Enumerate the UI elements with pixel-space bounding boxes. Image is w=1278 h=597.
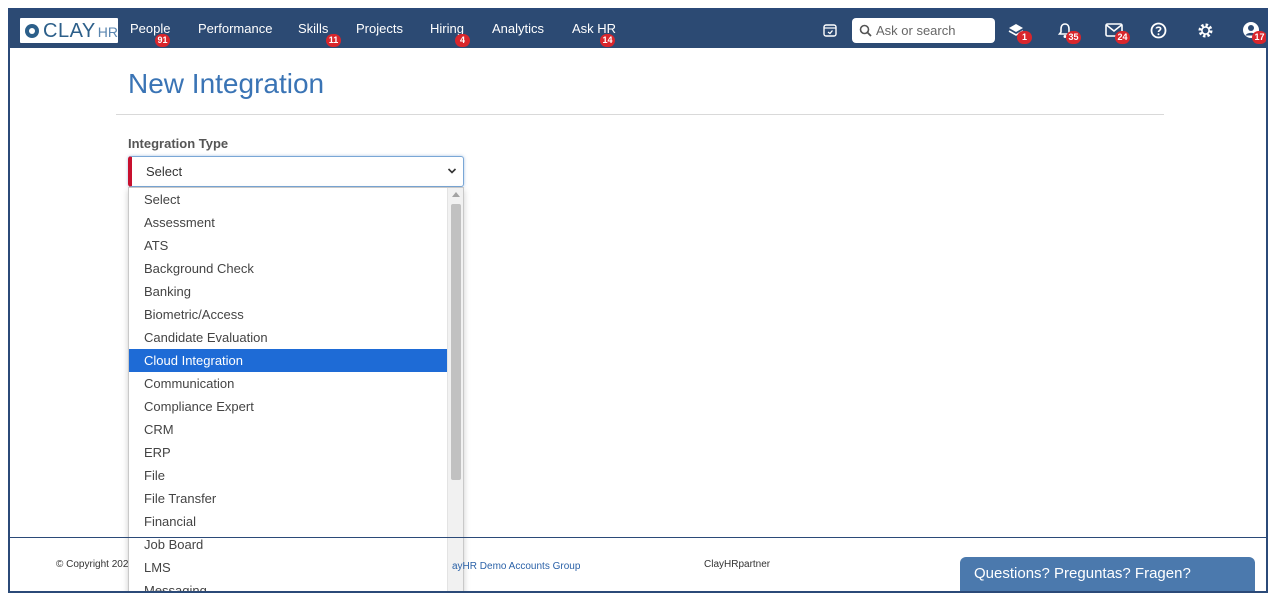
help-icon[interactable] <box>1147 19 1169 41</box>
dropdown-option[interactable]: Select <box>129 188 448 211</box>
integration-type-selected-value: Select <box>146 164 183 179</box>
dropdown-option[interactable]: Background Check <box>129 257 448 280</box>
top-nav-bar: CLAY HR People 91 Performance Skills 11 … <box>10 10 1266 48</box>
dropdown-option[interactable]: Candidate Evaluation <box>129 326 448 349</box>
scroll-thumb[interactable] <box>451 204 461 480</box>
logo-text: CLAY <box>43 19 96 42</box>
nav-performance[interactable]: Performance <box>198 10 272 48</box>
nav-hiring-badge: 4 <box>455 34 470 47</box>
integration-type-dropdown-list: Select Assessment ATS Background Check Banki… <box>128 187 464 591</box>
search-placeholder: Ask or search <box>876 23 956 38</box>
settings-gear-icon[interactable] <box>1194 19 1216 41</box>
clayhr-logo[interactable]: CLAY HR <box>20 18 118 43</box>
timesheet-icon[interactable] <box>819 19 841 41</box>
dropdown-option[interactable]: Messaging <box>129 579 448 591</box>
search-input[interactable]: Ask or search <box>852 18 995 43</box>
nav-ask-hr[interactable]: Ask HR 14 <box>572 10 616 48</box>
nav-analytics-label: Analytics <box>492 21 545 36</box>
nav-skills-badge: 11 <box>326 34 341 47</box>
support-chat-button[interactable]: Questions? Preguntas? Fragen? <box>960 557 1255 591</box>
notifications-bell-icon[interactable]: 35 <box>1054 19 1081 44</box>
dropdown-option[interactable]: CRM <box>129 418 448 441</box>
nav-ask-hr-badge: 14 <box>600 34 615 47</box>
dropdown-option[interactable]: ERP <box>129 441 448 464</box>
dropdown-option[interactable]: Assessment <box>129 211 448 234</box>
logo-mark-icon <box>25 23 39 38</box>
dropdown-option[interactable]: Compliance Expert <box>129 395 448 418</box>
page-title: New Integration <box>128 68 325 99</box>
search-icon <box>859 24 872 37</box>
title-divider <box>116 114 1164 115</box>
dropdown-options: Select Assessment ATS Background Check Banki… <box>129 188 463 591</box>
footer-group-link[interactable]: ayHR Demo Accounts Group <box>452 561 580 572</box>
dropdown-option[interactable]: Biometric/Access <box>129 303 448 326</box>
dropdown-option[interactable]: Cloud Integration <box>129 349 448 372</box>
tasks-badge: 1 <box>1017 31 1032 44</box>
nav-people-badge: 91 <box>155 34 170 47</box>
logo-subtext: HR <box>97 24 118 40</box>
dropdown-option[interactable]: Banking <box>129 280 448 303</box>
dropdown-option[interactable]: Financial <box>129 510 448 533</box>
dropdown-option[interactable]: Communication <box>129 372 448 395</box>
dropdown-scrollbar[interactable] <box>447 188 463 591</box>
profile-badge: 17 <box>1252 31 1266 44</box>
tasks-icon[interactable]: 1 <box>1005 19 1032 44</box>
dropdown-option[interactable]: LMS <box>129 556 448 579</box>
chevron-down-icon <box>447 168 457 174</box>
footer-partner: ClayHRpartner <box>704 559 771 570</box>
integration-type-select[interactable]: Select <box>128 156 464 187</box>
nav-performance-label: Performance <box>198 21 273 36</box>
nav-projects[interactable]: Projects <box>356 10 403 48</box>
user-avatar-icon[interactable]: 17 <box>1240 19 1266 44</box>
footer-copyright: © Copyright 202 <box>56 559 129 570</box>
nav-projects-label: Projects <box>356 21 403 36</box>
messages-badge: 24 <box>1115 31 1130 44</box>
app-window: CLAY HR People 91 Performance Skills 11 … <box>8 8 1268 593</box>
notifications-badge: 35 <box>1066 31 1081 44</box>
nav-people[interactable]: People 91 <box>130 10 170 48</box>
dropdown-option[interactable]: ATS <box>129 234 448 257</box>
integration-type-label: Integration Type <box>128 136 229 151</box>
nav-hiring[interactable]: Hiring 4 <box>430 10 470 48</box>
footer-divider <box>10 537 1266 538</box>
dropdown-option[interactable]: File <box>129 464 448 487</box>
nav-skills[interactable]: Skills 11 <box>298 10 341 48</box>
dropdown-option[interactable]: File Transfer <box>129 487 448 510</box>
scroll-up-arrow-icon[interactable] <box>452 192 460 197</box>
messages-envelope-icon[interactable]: 24 <box>1103 19 1130 44</box>
nav-skills-label: Skills <box>298 21 329 36</box>
nav-analytics[interactable]: Analytics <box>492 10 544 48</box>
